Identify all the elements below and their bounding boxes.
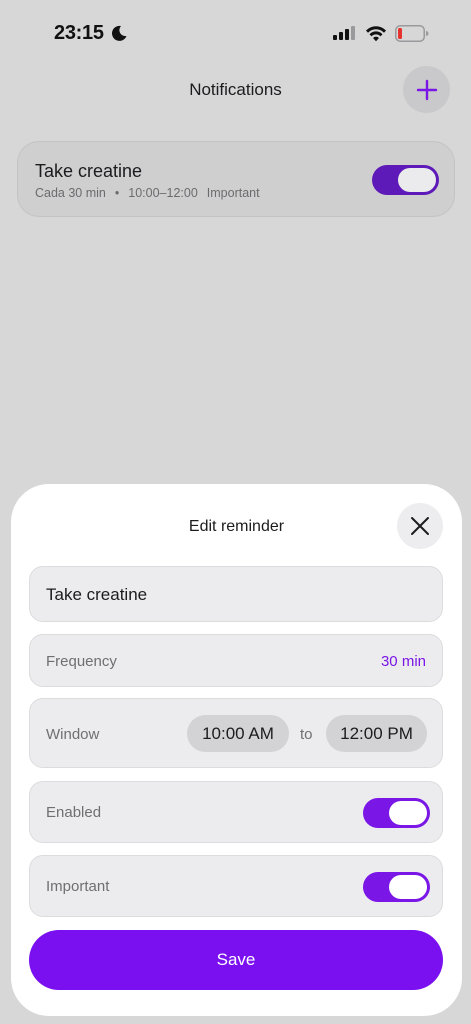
save-button[interactable]: Save <box>29 930 443 990</box>
enabled-row: Enabled <box>29 781 443 843</box>
reminder-card[interactable]: Take creatine Cada 30 min • 10:00–12:00 Imp… <box>17 141 455 217</box>
sheet-title: Edit reminder <box>188 518 285 535</box>
plus-icon <box>416 79 437 100</box>
window-row: Window 10:00 AM to 12:00 PM <box>29 698 443 768</box>
battery-low-icon <box>395 25 429 42</box>
frequency-row[interactable]: Frequency 30 min <box>29 634 443 687</box>
close-button[interactable] <box>397 503 443 549</box>
page-title: Notifications <box>189 80 282 99</box>
window-to-label: to <box>300 726 313 743</box>
important-row: Important <box>29 855 443 917</box>
reminder-name-field[interactable]: Take creatine <box>29 566 443 622</box>
reminder-name-value: Take creatine <box>46 585 148 604</box>
enabled-toggle[interactable] <box>363 798 430 828</box>
reminder-priority: Important <box>206 186 260 200</box>
reminder-enabled-toggle[interactable] <box>372 165 439 195</box>
important-label: Important <box>46 878 110 895</box>
status-bar: 23:15 <box>0 0 471 70</box>
enabled-label: Enabled <box>46 804 102 821</box>
close-icon <box>411 517 429 535</box>
frequency-label: Frequency <box>46 653 117 670</box>
window-end-picker[interactable]: 12:00 PM <box>326 715 427 752</box>
reminder-title: Take creatine <box>35 161 143 181</box>
reminder-window: 10:00–12:00 <box>128 186 198 200</box>
edit-reminder-sheet: Edit reminder Take creatine Frequency 30… <box>11 484 462 1016</box>
toggle-knob <box>389 875 427 899</box>
wifi-icon <box>366 26 386 42</box>
toggle-knob <box>389 801 427 825</box>
moon-icon <box>111 25 127 41</box>
window-start-picker[interactable]: 10:00 AM <box>187 715 289 752</box>
frequency-value[interactable]: 30 min <box>381 653 426 670</box>
reminder-meta: Cada 30 min • 10:00–12:00 Important <box>35 186 260 200</box>
status-time: 23:15 <box>54 22 104 44</box>
important-toggle[interactable] <box>363 872 430 902</box>
toggle-knob <box>398 168 436 192</box>
window-label: Window <box>46 726 100 743</box>
reminder-frequency: Cada 30 min <box>35 186 106 200</box>
meta-separator: • <box>114 186 120 200</box>
cellular-signal-icon <box>333 26 355 40</box>
add-reminder-button[interactable] <box>403 66 450 113</box>
